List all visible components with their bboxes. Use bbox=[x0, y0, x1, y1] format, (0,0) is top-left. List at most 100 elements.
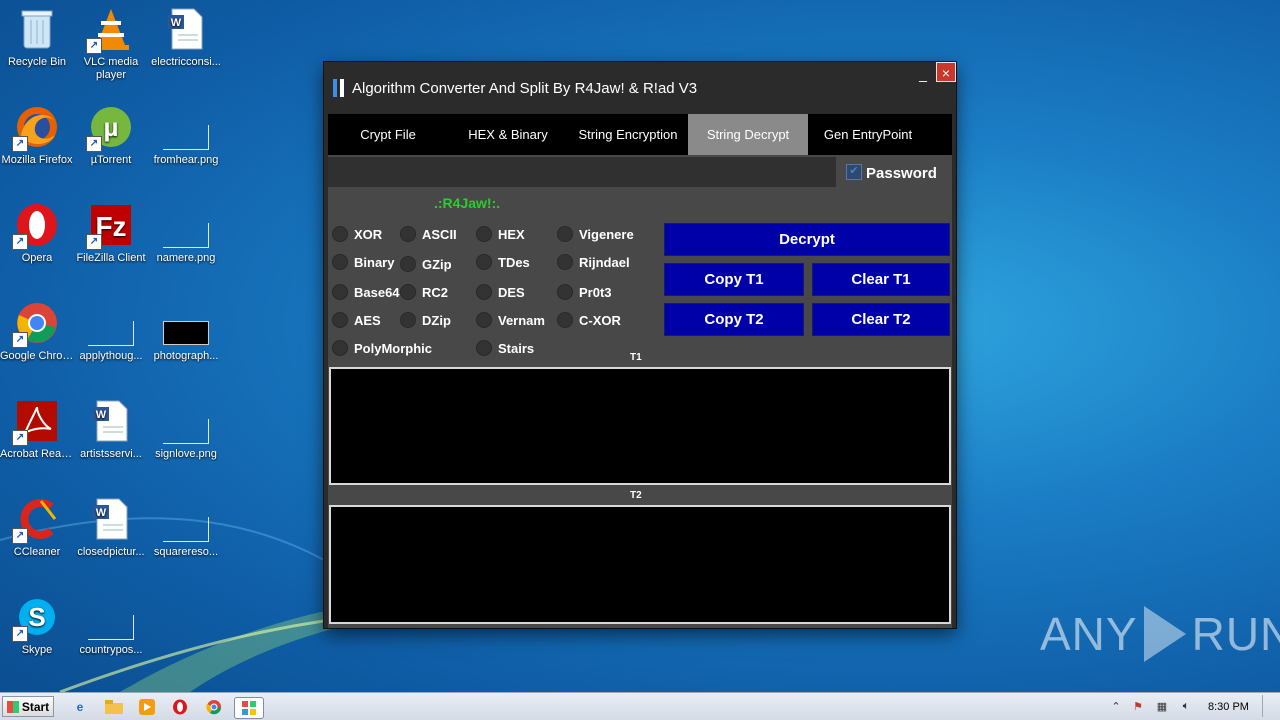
copy-t1-button[interactable]: Copy T1 bbox=[664, 263, 804, 296]
desktop-icon-fromhear[interactable]: fromhear.png bbox=[149, 104, 223, 167]
shortcut-arrow-icon: ↗ bbox=[86, 136, 102, 152]
desktop-icon-acrobat[interactable]: ↗ Acrobat Reader DC bbox=[0, 398, 74, 461]
media-player-icon[interactable] bbox=[137, 697, 157, 717]
play-logo-icon bbox=[1143, 606, 1186, 662]
copy-t2-button[interactable]: Copy T2 bbox=[664, 303, 804, 336]
window-title: Algorithm Converter And Split By R4Jaw! … bbox=[352, 80, 698, 97]
image-file-icon bbox=[163, 398, 209, 444]
radio-binary[interactable]: Binary bbox=[332, 254, 394, 270]
radio-vigenere[interactable]: Vigenere bbox=[557, 226, 634, 242]
desktop-icon-artistsservi[interactable]: W artistsservi... bbox=[74, 398, 148, 461]
filezilla-icon: Fz ↗ bbox=[86, 202, 134, 250]
shortcut-arrow-icon: ↗ bbox=[12, 332, 28, 348]
image-file-icon bbox=[163, 300, 209, 346]
shortcut-arrow-icon: ↗ bbox=[86, 234, 102, 250]
radio-dot bbox=[332, 312, 348, 328]
chrome-taskbar-icon[interactable] bbox=[204, 697, 224, 717]
opera-taskbar-icon[interactable] bbox=[170, 697, 190, 717]
decrypt-button[interactable]: Decrypt bbox=[664, 223, 950, 256]
tab-hex-binary[interactable]: HEX & Binary bbox=[448, 114, 568, 155]
string-decrypt-panel: ✔ Password .:R4Jaw!:. XOR ASCII HEX Vige… bbox=[328, 155, 952, 628]
shortcut-arrow-icon: ↗ bbox=[12, 136, 28, 152]
desktop-icon-squarereso[interactable]: squarereso... bbox=[149, 496, 223, 559]
desktop-icon-closedpictur[interactable]: W closedpictur... bbox=[74, 496, 148, 559]
tab-string-encryption[interactable]: String Encryption bbox=[568, 114, 688, 155]
clear-t2-button[interactable]: Clear T2 bbox=[812, 303, 950, 336]
start-button[interactable]: Start bbox=[2, 696, 54, 717]
clock[interactable]: 8:30 PM bbox=[1208, 701, 1249, 713]
close-button[interactable]: × bbox=[936, 62, 956, 82]
image-file-icon bbox=[163, 496, 209, 542]
password-checkbox[interactable]: ✔ bbox=[846, 164, 862, 180]
radio-stairs[interactable]: Stairs bbox=[476, 340, 534, 356]
show-desktop-button[interactable] bbox=[1262, 695, 1279, 717]
t1-label: T1 bbox=[630, 352, 642, 363]
radio-vernam[interactable]: Vernam bbox=[476, 312, 545, 328]
minimize-button[interactable]: _ bbox=[914, 67, 932, 84]
acrobat-icon: ↗ bbox=[12, 398, 60, 446]
radio-xor[interactable]: XOR bbox=[332, 226, 382, 242]
network-icon[interactable]: ▦ bbox=[1154, 698, 1170, 714]
radio-polymorphic[interactable]: PolyMorphic bbox=[332, 340, 432, 356]
radio-gzip[interactable]: GZip bbox=[400, 256, 452, 272]
anyrun-watermark: ANY RUN bbox=[1040, 606, 1280, 662]
recycle-bin-icon bbox=[14, 6, 60, 52]
radio-dot bbox=[332, 284, 348, 300]
desktop-icon-electricconsi[interactable]: W electricconsi... bbox=[149, 6, 223, 69]
radio-hex[interactable]: HEX bbox=[476, 226, 525, 242]
title-bar[interactable]: Algorithm Converter And Split By R4Jaw! … bbox=[324, 62, 956, 114]
radio-dzip[interactable]: DZip bbox=[400, 312, 451, 328]
explorer-folder-icon[interactable] bbox=[104, 697, 124, 717]
desktop-icon-skype[interactable]: S ↗ Skype bbox=[0, 594, 74, 657]
tab-string-decrypt[interactable]: String Decrypt bbox=[688, 114, 808, 155]
word-doc-icon: W bbox=[163, 6, 209, 52]
radio-c-xor[interactable]: C-XOR bbox=[557, 312, 621, 328]
desktop-icon-opera[interactable]: ↗ Opera bbox=[0, 202, 74, 265]
desktop-icon-ccleaner[interactable]: ↗ CCleaner bbox=[0, 496, 74, 559]
radio-dot bbox=[476, 226, 492, 242]
t1-textarea[interactable] bbox=[329, 367, 951, 485]
desktop-icon-filezilla[interactable]: Fz ↗ FileZilla Client bbox=[74, 202, 148, 265]
desktop-icon-countrypos[interactable]: countrypos... bbox=[74, 594, 148, 657]
desktop-icon-chrome[interactable]: ↗ Google Chrome bbox=[0, 300, 74, 363]
desktop-icon-applythoug[interactable]: applythoug... bbox=[74, 300, 148, 363]
action-center-icon[interactable]: ⚑ bbox=[1130, 698, 1146, 714]
tab-gen-entrypoint[interactable]: Gen EntryPoint bbox=[808, 114, 928, 155]
desktop-icon-vlc[interactable]: ↗ VLC media player bbox=[74, 6, 148, 82]
svg-text:W: W bbox=[171, 17, 182, 29]
desktop-icon-utorrent[interactable]: µ ↗ µTorrent bbox=[74, 104, 148, 167]
desktop-icon-photograph[interactable]: photograph... bbox=[149, 300, 223, 363]
firefox-icon: ↗ bbox=[12, 104, 60, 152]
password-input[interactable] bbox=[328, 157, 836, 187]
radio-des[interactable]: DES bbox=[476, 284, 525, 300]
windows-logo-icon bbox=[6, 700, 19, 713]
radio-base64[interactable]: Base64 bbox=[332, 284, 400, 300]
clear-t1-button[interactable]: Clear T1 bbox=[812, 263, 950, 296]
ie-icon[interactable]: e bbox=[70, 697, 90, 717]
image-file-icon bbox=[163, 202, 209, 248]
desktop-icon-firefox[interactable]: ↗ Mozilla Firefox bbox=[0, 104, 74, 167]
app-taskbar-icon[interactable] bbox=[234, 697, 264, 719]
shortcut-arrow-icon: ↗ bbox=[86, 38, 102, 54]
desktop-icon-namere[interactable]: namere.png bbox=[149, 202, 223, 265]
radio-dot bbox=[332, 340, 348, 356]
radio-dot bbox=[400, 256, 416, 272]
tab-crypt-file[interactable]: Crypt File bbox=[328, 114, 448, 155]
radio-ascii[interactable]: ASCII bbox=[400, 226, 457, 242]
tab-bar: Crypt File HEX & Binary String Encryptio… bbox=[328, 114, 952, 155]
radio-dot bbox=[400, 312, 416, 328]
desktop-icon-signlove[interactable]: signlove.png bbox=[149, 398, 223, 461]
radio-pr0t3[interactable]: Pr0t3 bbox=[557, 284, 612, 300]
radio-aes[interactable]: AES bbox=[332, 312, 381, 328]
desktop-icon-recycle-bin[interactable]: Recycle Bin bbox=[0, 6, 74, 69]
tray-expand-icon[interactable]: ⌃ bbox=[1108, 698, 1124, 714]
radio-dot bbox=[557, 312, 573, 328]
radio-rijndael[interactable]: Rijndael bbox=[557, 254, 630, 270]
radio-dot bbox=[400, 226, 416, 242]
radio-dot bbox=[400, 284, 416, 300]
radio-rc2[interactable]: RC2 bbox=[400, 284, 448, 300]
t2-textarea[interactable] bbox=[329, 505, 951, 624]
volume-icon[interactable]: 🔈︎ bbox=[1178, 698, 1194, 714]
word-doc-icon: W bbox=[88, 398, 134, 444]
radio-tdes[interactable]: TDes bbox=[476, 254, 530, 270]
